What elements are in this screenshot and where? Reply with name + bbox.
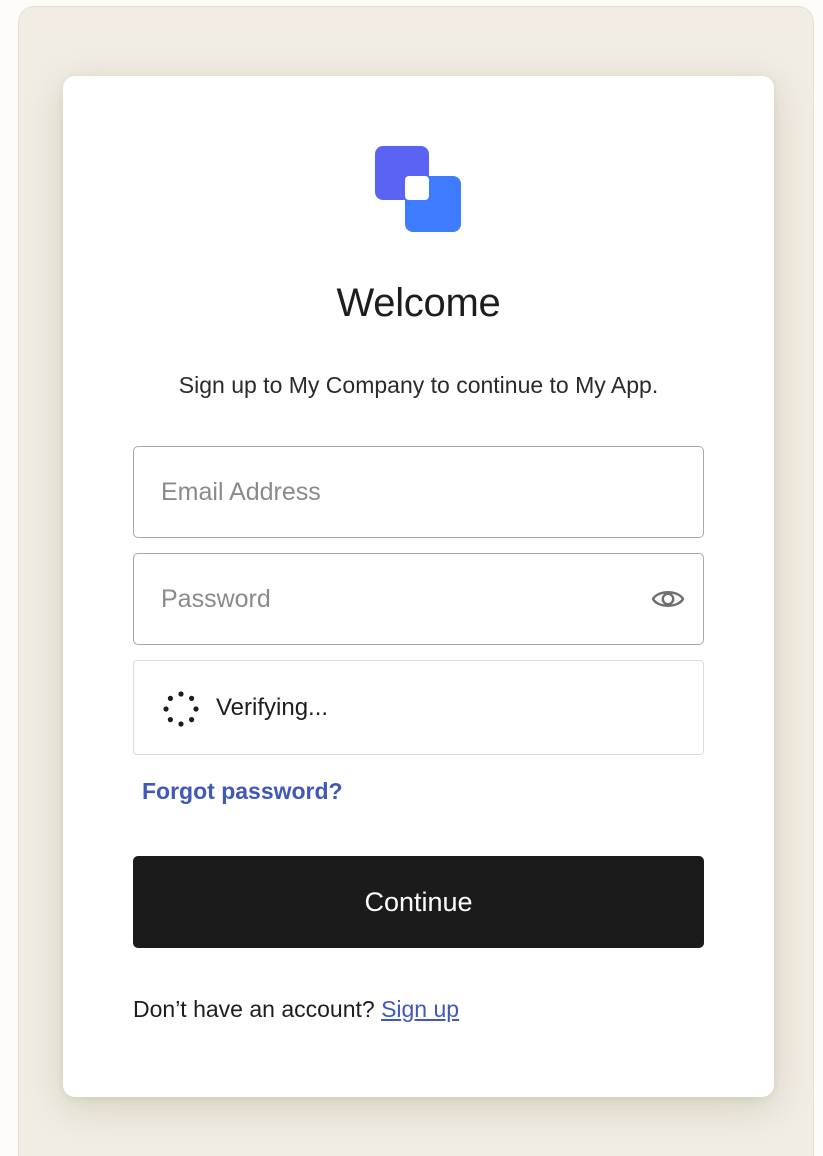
- spinner-icon: [163, 691, 199, 727]
- signup-prompt: Don’t have an account? Sign up: [133, 996, 459, 1023]
- forgot-password-link[interactable]: Forgot password?: [142, 778, 343, 805]
- password-field-wrapper: [133, 553, 704, 645]
- login-card: Welcome Sign up to My Company to continu…: [63, 76, 774, 1097]
- password-field[interactable]: [134, 554, 703, 644]
- signup-link[interactable]: Sign up: [381, 996, 459, 1022]
- eye-icon[interactable]: [651, 584, 685, 614]
- company-logo: [375, 146, 461, 232]
- captcha-status: Verifying...: [216, 694, 329, 721]
- signup-prompt-text: Don’t have an account?: [133, 996, 375, 1022]
- email-field[interactable]: [134, 447, 703, 537]
- continue-button[interactable]: Continue: [133, 856, 704, 948]
- page-title: Welcome: [336, 281, 501, 325]
- page-subtitle: Sign up to My Company to continue to My …: [178, 372, 659, 398]
- captcha-widget[interactable]: Verifying...: [133, 660, 704, 755]
- email-field-wrapper: [133, 446, 704, 538]
